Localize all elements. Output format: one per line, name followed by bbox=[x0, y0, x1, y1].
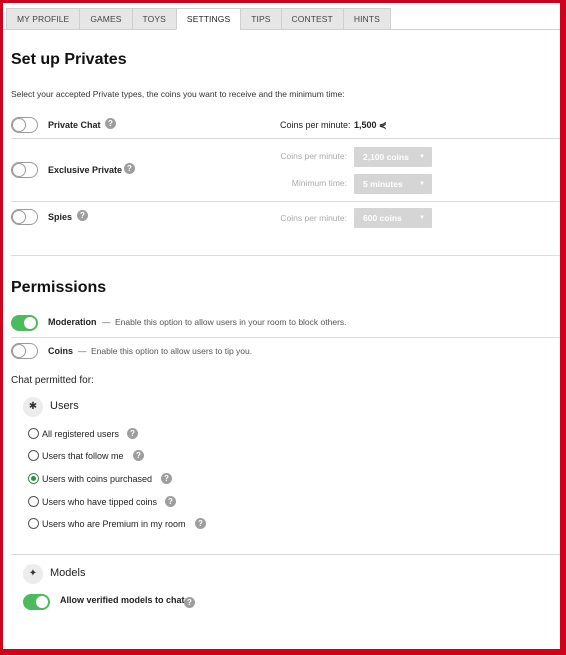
divider bbox=[11, 554, 560, 555]
private-chat-label: Private Chat bbox=[48, 120, 101, 130]
tab-contest[interactable]: CONTEST bbox=[280, 8, 343, 30]
coins-toggle[interactable] bbox=[11, 343, 38, 359]
help-icon[interactable]: ? bbox=[133, 450, 144, 461]
private-chat-coins-label: Coins per minute: bbox=[280, 120, 351, 130]
exclusive-coins-select[interactable]: 2,100 coins ▼ bbox=[354, 147, 432, 167]
tab-toys[interactable]: TOYS bbox=[131, 8, 176, 30]
divider bbox=[11, 138, 560, 139]
verified-models-label: Allow verified models to chat bbox=[60, 595, 185, 605]
radio-users-premium-in-room[interactable] bbox=[28, 518, 39, 529]
chevron-down-icon: ▼ bbox=[419, 181, 425, 187]
moderation-toggle[interactable] bbox=[11, 315, 38, 331]
exclusive-coins-value: 2,100 coins bbox=[363, 152, 409, 162]
spies-coins-label: Coins per minute: bbox=[280, 213, 347, 223]
settings-panel: MY PROFILE GAMES TOYS SETTINGS TIPS CONT… bbox=[3, 3, 560, 649]
private-chat-toggle[interactable] bbox=[11, 117, 38, 133]
chevron-down-icon: ▼ bbox=[419, 154, 425, 160]
help-icon[interactable]: ? bbox=[105, 118, 116, 129]
tab-tips[interactable]: TIPS bbox=[240, 8, 281, 30]
privates-description: Select your accepted Private types, the … bbox=[11, 89, 345, 99]
private-chat-coins-value: 1,500 ⋞ bbox=[354, 120, 387, 130]
radio-label: Users with coins purchased bbox=[42, 474, 153, 484]
spies-toggle[interactable] bbox=[11, 209, 38, 225]
toggle-knob bbox=[12, 344, 26, 358]
dash: — bbox=[78, 346, 87, 356]
tab-bar: MY PROFILE GAMES TOYS SETTINGS TIPS CONT… bbox=[6, 8, 391, 30]
radio-all-registered-users[interactable] bbox=[28, 428, 39, 439]
help-icon[interactable]: ? bbox=[77, 210, 88, 221]
radio-label: All registered users bbox=[42, 429, 120, 439]
help-icon[interactable]: ? bbox=[124, 163, 135, 174]
radio-users-who-have-tipped-coins[interactable] bbox=[28, 496, 39, 507]
help-icon[interactable]: ? bbox=[165, 496, 176, 507]
chevron-down-icon: ▼ bbox=[419, 215, 425, 221]
exclusive-private-toggle[interactable] bbox=[11, 162, 38, 178]
tab-hints[interactable]: HINTS bbox=[342, 8, 391, 30]
models-icon: ✦ bbox=[23, 564, 43, 584]
spies-coins-value: 600 coins bbox=[363, 213, 402, 223]
toggle-knob bbox=[12, 118, 26, 132]
exclusive-coins-label: Coins per minute: bbox=[280, 151, 347, 161]
radio-label: Users who have tipped coins bbox=[42, 497, 158, 507]
toggle-knob bbox=[23, 316, 37, 330]
users-heading: Users bbox=[50, 400, 79, 412]
exclusive-time-label: Minimum time: bbox=[291, 178, 347, 188]
models-heading: Models bbox=[50, 567, 86, 579]
section-divider bbox=[11, 255, 560, 256]
privates-title: Set up Privates bbox=[11, 51, 127, 68]
spies-coins-select[interactable]: 600 coins ▼ bbox=[354, 208, 432, 228]
divider bbox=[11, 337, 560, 338]
chat-permitted-label: Chat permitted for: bbox=[11, 375, 94, 386]
toggle-knob bbox=[12, 163, 26, 177]
tab-games[interactable]: GAMES bbox=[79, 8, 132, 30]
toggle-knob bbox=[35, 595, 49, 609]
coins-description: Enable this option to allow users to tip… bbox=[91, 346, 253, 356]
divider bbox=[11, 201, 560, 202]
dash: — bbox=[102, 317, 111, 327]
moderation-description: Enable this option to allow users in you… bbox=[115, 317, 347, 327]
exclusive-time-select[interactable]: 5 minutes ▼ bbox=[354, 174, 432, 194]
radio-label: Users that follow me bbox=[42, 451, 124, 461]
radio-users-that-follow-me[interactable] bbox=[28, 450, 39, 461]
permissions-title: Permissions bbox=[11, 279, 107, 296]
verified-models-toggle[interactable] bbox=[23, 594, 50, 610]
spies-label: Spies bbox=[48, 212, 73, 222]
users-icon: ✱ bbox=[23, 397, 43, 417]
help-icon[interactable]: ? bbox=[184, 597, 195, 608]
moderation-label: Moderation bbox=[48, 317, 97, 327]
help-icon[interactable]: ? bbox=[127, 428, 138, 439]
coins-label: Coins bbox=[48, 346, 74, 356]
help-icon[interactable]: ? bbox=[195, 518, 206, 529]
tab-settings[interactable]: SETTINGS bbox=[175, 8, 241, 30]
exclusive-time-value: 5 minutes bbox=[363, 179, 403, 189]
toggle-knob bbox=[12, 210, 26, 224]
help-icon[interactable]: ? bbox=[161, 473, 172, 484]
tab-my-profile[interactable]: MY PROFILE bbox=[6, 8, 80, 30]
radio-label: Users who are Premium in my room bbox=[42, 519, 186, 529]
radio-users-with-coins-purchased[interactable] bbox=[28, 473, 39, 484]
exclusive-private-label: Exclusive Private bbox=[48, 165, 123, 175]
